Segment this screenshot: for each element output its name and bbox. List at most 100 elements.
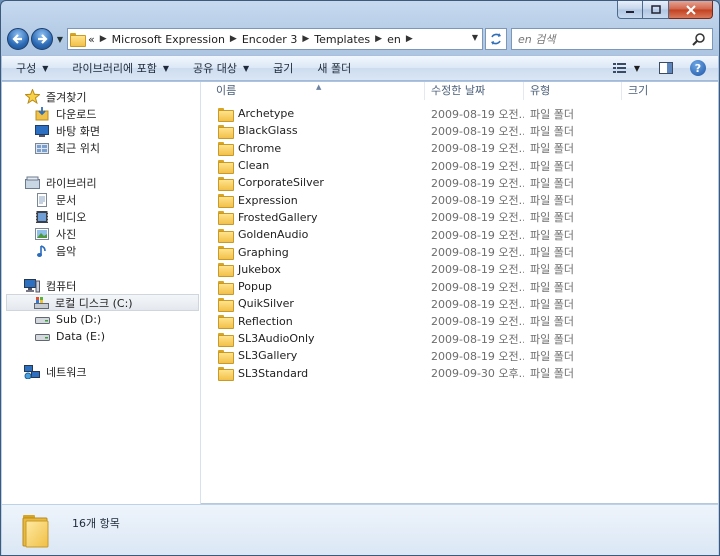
back-button[interactable] (7, 28, 29, 50)
forward-button[interactable] (31, 28, 53, 50)
hard-drive-icon (34, 312, 50, 328)
file-date: 2009-08-19 오전... (431, 124, 524, 138)
address-history-dropdown[interactable]: ▼ (472, 33, 478, 42)
folder-icon (218, 297, 234, 312)
change-view-button[interactable] (610, 59, 630, 77)
nav-item-pictures[interactable]: 사진 (2, 225, 201, 242)
nav-item-label: Data (E:) (56, 330, 106, 343)
file-date: 2009-08-19 오전... (431, 332, 524, 346)
new-folder-button[interactable]: 새 폴더 (317, 60, 351, 76)
chevron-right-icon[interactable]: ▶ (302, 34, 309, 44)
nav-item-music[interactable]: 음악 (2, 242, 201, 259)
folder-icon (70, 33, 86, 47)
nav-item-label: 바탕 화면 (56, 124, 100, 138)
file-date: 2009-08-19 오전... (431, 142, 524, 156)
organize-menu[interactable]: 구성 ▼ (16, 60, 48, 76)
file-date: 2009-08-19 오전... (431, 297, 524, 311)
chevron-right-icon[interactable]: ▶ (100, 34, 107, 44)
file-date: 2009-08-19 오전... (431, 246, 524, 260)
file-row[interactable]: BlackGlass 2009-08-19 오전... 파일 폴더 (202, 122, 718, 139)
file-row[interactable]: FrostedGallery 2009-08-19 오전... 파일 폴더 (202, 209, 718, 226)
recent-pages-dropdown[interactable]: ▼ (55, 35, 65, 44)
nav-item-downloads[interactable]: 다운로드 (2, 105, 201, 122)
breadcrumb-item[interactable]: Encoder 3 (242, 33, 297, 46)
folder-icon (218, 211, 234, 226)
file-type: 파일 폴더 (530, 297, 574, 311)
chevron-right-icon[interactable]: ▶ (230, 34, 237, 44)
column-header-size[interactable]: 크기 (622, 82, 718, 100)
file-row[interactable]: SL3Standard 2009-09-30 오후... 파일 폴더 (202, 364, 718, 382)
file-row[interactable]: QuikSilver 2009-08-19 오전... 파일 폴더 (202, 295, 718, 312)
file-type: 파일 폴더 (530, 246, 574, 260)
file-row[interactable]: GoldenAudio 2009-08-19 오전... 파일 폴더 (202, 226, 718, 243)
search-box[interactable] (511, 28, 713, 50)
search-input[interactable] (518, 32, 678, 46)
nav-item-label: 비디오 (56, 210, 87, 224)
folder-icon (218, 176, 234, 191)
nav-item-local-disk-c[interactable]: 로컬 디스크 (C:) (6, 294, 199, 311)
maximize-button[interactable] (643, 1, 669, 19)
window-controls (617, 1, 713, 19)
file-name: SL3Gallery (238, 349, 298, 363)
file-row[interactable]: SL3AudioOnly 2009-08-19 오전... 파일 폴더 (202, 330, 718, 347)
breadcrumb-item[interactable]: Microsoft Expression (112, 33, 225, 46)
file-type: 파일 폴더 (530, 211, 574, 225)
nav-favorites-label: 즐겨찾기 (46, 90, 87, 104)
column-header-name[interactable]: ▲ 이름 (202, 82, 425, 100)
back-arrow-icon (12, 34, 22, 44)
breadcrumb-overflow[interactable]: « (88, 33, 95, 46)
breadcrumb-item[interactable]: Templates (314, 33, 370, 46)
nav-item-recent-places[interactable]: 최근 위치 (2, 139, 201, 156)
file-row[interactable]: CorporateSilver 2009-08-19 오전... 파일 폴더 (202, 174, 718, 191)
file-row[interactable]: Expression 2009-08-19 오전... 파일 폴더 (202, 191, 718, 209)
breadcrumb-item[interactable]: en (387, 33, 401, 46)
file-row[interactable]: Reflection 2009-08-19 오전... 파일 폴더 (202, 313, 718, 330)
folder-icon (218, 367, 234, 382)
file-row[interactable]: Jukebox 2009-08-19 오전... 파일 폴더 (202, 261, 718, 278)
address-bar[interactable]: « ▶ Microsoft Expression ▶ Encoder 3 ▶ T… (67, 28, 483, 50)
minimize-button[interactable] (617, 1, 643, 19)
nav-libraries[interactable]: 라이브러리 (2, 174, 201, 191)
file-type: 파일 폴더 (530, 124, 574, 138)
refresh-button[interactable] (485, 28, 507, 50)
nav-item-desktop[interactable]: 바탕 화면 (2, 122, 201, 139)
help-button[interactable]: ? (688, 59, 708, 77)
videos-icon (34, 209, 50, 225)
nav-item-documents[interactable]: 문서 (2, 191, 201, 208)
file-row[interactable]: Popup 2009-08-19 오전... 파일 폴더 (202, 278, 718, 295)
nav-item-videos[interactable]: 비디오 (2, 208, 201, 225)
nav-libraries-label: 라이브러리 (46, 176, 97, 190)
file-row[interactable]: Graphing 2009-08-19 오전... 파일 폴더 (202, 243, 718, 261)
nav-network[interactable]: 네트워크 (2, 363, 201, 380)
share-with-menu[interactable]: 공유 대상 ▼ (193, 60, 249, 76)
windows-drive-icon (33, 295, 49, 311)
maximize-icon (650, 5, 661, 14)
close-button[interactable] (669, 1, 713, 19)
music-note-icon (34, 243, 50, 259)
file-row[interactable]: SL3Gallery 2009-08-19 오전... 파일 폴더 (202, 347, 718, 364)
folder-icon (218, 107, 234, 122)
column-header-type[interactable]: 유형 (524, 82, 622, 100)
details-view-icon (613, 63, 626, 73)
nav-item-data-e[interactable]: Data (E:) (2, 328, 201, 345)
file-row[interactable]: Clean 2009-08-19 오전... 파일 폴더 (202, 157, 718, 174)
nav-favorites[interactable]: 즐겨찾기 (2, 88, 201, 105)
file-row[interactable]: Chrome 2009-08-19 오전... 파일 폴더 (202, 140, 718, 157)
chevron-right-icon[interactable]: ▶ (406, 34, 413, 44)
main-content: 즐겨찾기 다운로드 바탕 화면 최근 위치 라이브러리 문서 비디오 사진 음악… (2, 82, 718, 504)
folder-icon (218, 194, 234, 209)
view-options-dropdown[interactable]: ▼ (632, 59, 642, 77)
include-in-library-menu[interactable]: 라이브러리에 포함 ▼ (72, 60, 169, 76)
column-header-date-modified[interactable]: 수정한 날짜 (425, 82, 524, 100)
navigation-tree: 즐겨찾기 다운로드 바탕 화면 최근 위치 라이브러리 문서 비디오 사진 음악… (2, 88, 201, 380)
file-type: 파일 폴더 (530, 228, 574, 242)
command-bar: 구성 ▼ 라이브러리에 포함 ▼ 공유 대상 ▼ 굽기 새 폴더 ▼ ? (2, 55, 718, 81)
burn-button[interactable]: 굽기 (273, 60, 293, 76)
file-row[interactable]: Archetype 2009-08-19 오전... 파일 폴더 (202, 105, 718, 122)
search-icon[interactable] (692, 32, 706, 46)
nav-computer[interactable]: 컴퓨터 (2, 277, 201, 294)
nav-item-sub-d[interactable]: Sub (D:) (2, 311, 201, 328)
chevron-right-icon[interactable]: ▶ (375, 34, 382, 44)
file-name: Reflection (238, 314, 293, 328)
preview-pane-button[interactable] (656, 59, 676, 77)
